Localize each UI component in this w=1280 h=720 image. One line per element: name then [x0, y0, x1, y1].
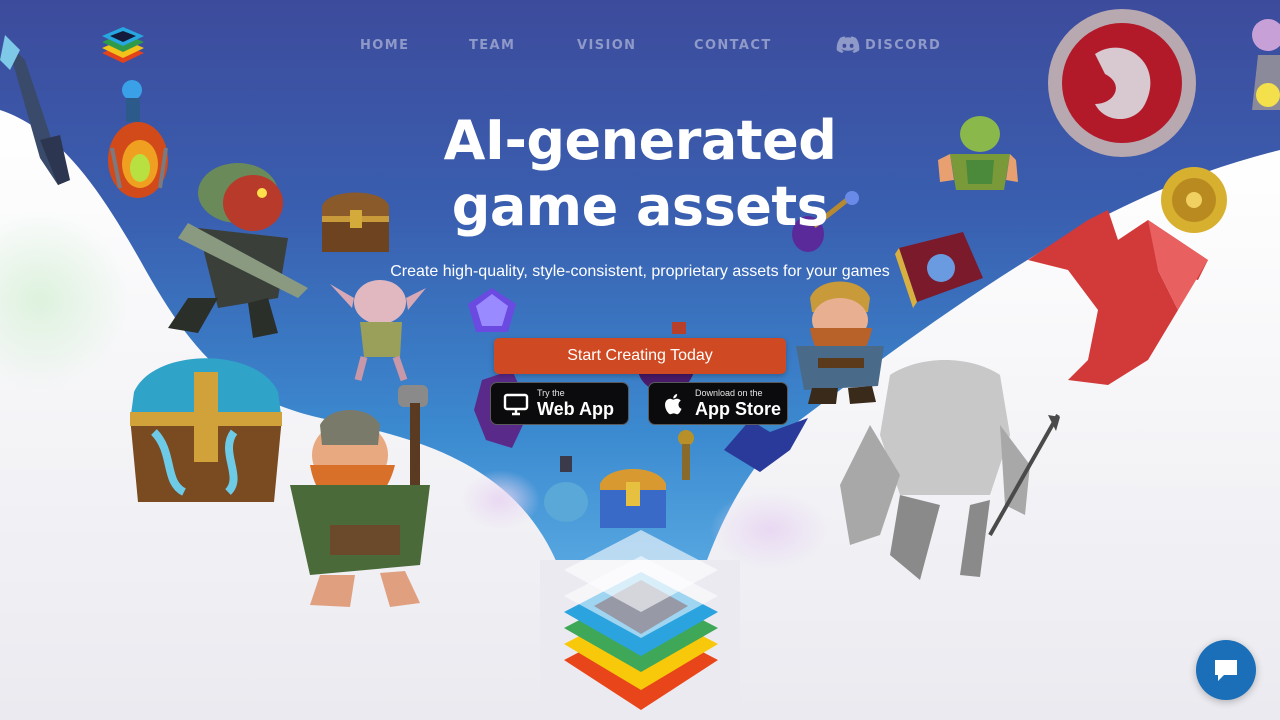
- golden-key-icon: [678, 430, 694, 480]
- discord-icon: [836, 36, 860, 53]
- nav-home-link[interactable]: HOME: [360, 38, 409, 53]
- treasure-chest-large-icon: [130, 358, 282, 502]
- top-navigation: HOME TEAM VISION CONTACT DISCORD: [0, 0, 1280, 90]
- web-app-small-label: Try the: [537, 388, 565, 398]
- discord-label: DISCORD: [865, 37, 942, 53]
- hero-title: AI-generated game assets: [443, 109, 837, 238]
- nav-team-link[interactable]: TEAM: [469, 38, 515, 53]
- app-store-big-label: App Store: [695, 399, 782, 419]
- logo-icon[interactable]: [100, 20, 146, 64]
- chat-bubble-icon: [1215, 660, 1237, 681]
- hero-subtitle: Create high-quality, style-consistent, p…: [390, 263, 890, 280]
- apple-icon: [665, 393, 682, 414]
- spell-book-icon: [895, 232, 983, 308]
- goblin-brute-icon: [938, 116, 1018, 190]
- layered-logo-graphic: [564, 530, 718, 710]
- crystal-gem-icon: [468, 288, 516, 332]
- web-app-big-label: Web App: [537, 399, 614, 419]
- web-app-button[interactable]: Try the Web App: [490, 382, 629, 425]
- chat-widget-button[interactable]: [1196, 640, 1256, 700]
- nav-contact-link[interactable]: CONTACT: [694, 38, 772, 53]
- nav-discord-link[interactable]: DISCORD: [836, 36, 941, 54]
- stone-golem-icon: [840, 360, 1060, 580]
- start-creating-button[interactable]: Start Creating Today: [494, 338, 786, 374]
- app-store-small-label: Download on the: [695, 388, 763, 398]
- treasure-chest-small-icon: [322, 192, 389, 252]
- zombie-warrior-icon: [168, 163, 308, 338]
- dwarf-warrior-icon: [290, 385, 430, 607]
- monitor-icon: [503, 393, 529, 415]
- app-store-button[interactable]: Download on the App Store: [648, 382, 788, 425]
- nav-vision-link[interactable]: VISION: [577, 38, 636, 53]
- blue-potion-icon: [544, 456, 588, 522]
